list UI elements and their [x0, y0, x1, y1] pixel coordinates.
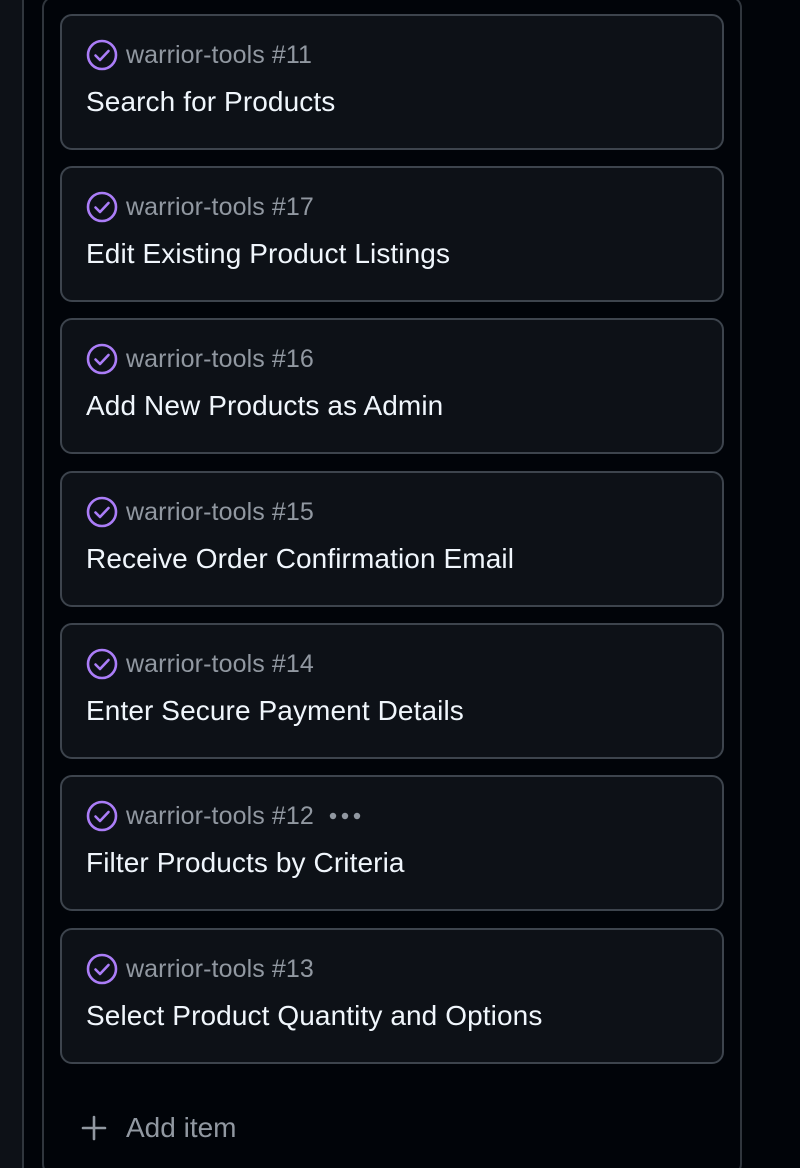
add-item-label: Add item — [126, 1112, 237, 1143]
next-column-gutter — [742, 0, 800, 1168]
issue-reference-link[interactable]: warrior-tools #16 — [126, 345, 314, 374]
issue-closed-icon — [86, 953, 118, 985]
project-item-card[interactable]: warrior-tools #15 Receive Order Confirma… — [60, 471, 724, 607]
issue-reference-link[interactable]: warrior-tools #11 — [126, 41, 312, 70]
project-item-card[interactable]: warrior-tools #13 Select Product Quantit… — [60, 928, 724, 1064]
card-title[interactable]: Enter Secure Payment Details — [86, 695, 464, 727]
card-title[interactable]: Edit Existing Product Listings — [86, 238, 450, 270]
card-title[interactable]: Filter Products by Criteria — [86, 847, 405, 879]
card-meta: warrior-tools #17 — [86, 190, 314, 224]
issue-reference-link[interactable]: warrior-tools #17 — [126, 193, 314, 222]
card-title[interactable]: Add New Products as Admin — [86, 390, 443, 422]
issue-closed-icon — [86, 496, 118, 528]
issue-closed-icon — [86, 648, 118, 680]
card-title[interactable]: Search for Products — [86, 86, 335, 118]
issue-closed-icon — [86, 800, 118, 832]
project-item-card[interactable]: warrior-tools #16 Add New Products as Ad… — [60, 318, 724, 454]
previous-column-edge — [0, 0, 24, 1168]
card-meta: warrior-tools #15 — [86, 495, 314, 529]
card-meta: warrior-tools #11 — [86, 38, 312, 72]
card-meta: warrior-tools #16 — [86, 342, 314, 376]
project-board: warrior-tools #11 Search for Products wa… — [0, 0, 800, 1168]
issue-reference-link[interactable]: warrior-tools #13 — [126, 955, 314, 984]
kebab-horizontal-icon[interactable] — [328, 801, 362, 831]
project-item-card[interactable]: warrior-tools #12 Filter Products by Cri… — [60, 775, 724, 911]
card-title[interactable]: Select Product Quantity and Options — [86, 1000, 542, 1032]
issue-reference-link[interactable]: warrior-tools #12 — [126, 802, 314, 831]
issue-closed-icon — [86, 191, 118, 223]
project-item-card[interactable]: warrior-tools #14 Enter Secure Payment D… — [60, 623, 724, 759]
card-title[interactable]: Receive Order Confirmation Email — [86, 543, 514, 575]
issue-closed-icon — [86, 343, 118, 375]
project-item-card[interactable]: warrior-tools #11 Search for Products — [60, 14, 724, 150]
plus-icon — [78, 1112, 110, 1144]
issue-reference-link[interactable]: warrior-tools #15 — [126, 498, 314, 527]
issue-reference-link[interactable]: warrior-tools #14 — [126, 650, 314, 679]
project-item-card[interactable]: warrior-tools #17 Edit Existing Product … — [60, 166, 724, 302]
card-meta: warrior-tools #12 — [86, 799, 362, 833]
add-item-button[interactable]: Add item — [78, 1106, 237, 1150]
card-meta: warrior-tools #14 — [86, 647, 314, 681]
issue-closed-icon — [86, 39, 118, 71]
card-meta: warrior-tools #13 — [86, 952, 314, 986]
